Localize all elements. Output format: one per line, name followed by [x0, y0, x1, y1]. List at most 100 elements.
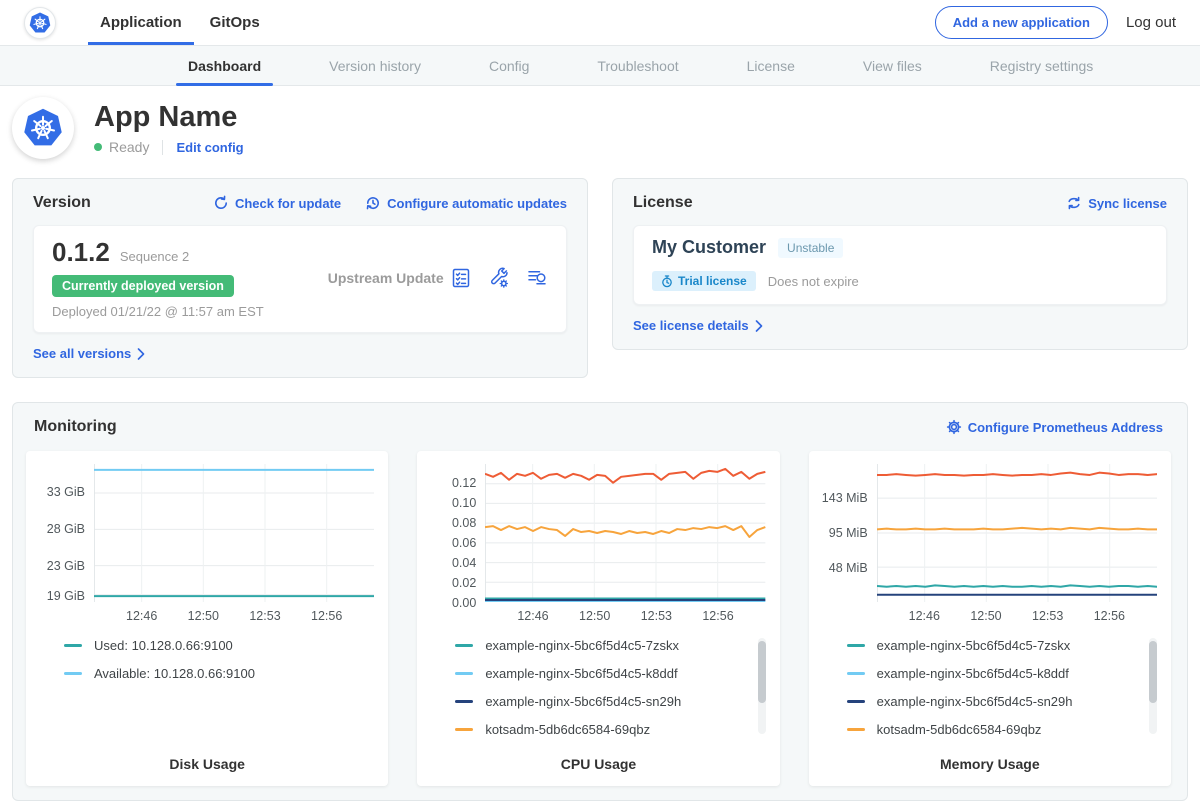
x-tick-label: 12:50	[970, 609, 1001, 623]
legend-color-dash	[847, 672, 865, 675]
x-tick-label: 12:56	[311, 609, 342, 623]
tab-troubleshoot[interactable]: Troubleshoot	[585, 46, 690, 85]
add-application-button[interactable]: Add a new application	[935, 6, 1108, 39]
y-tick-label: 0.12	[452, 476, 476, 490]
app-avatar	[12, 97, 74, 159]
series-line-kotsadm-5db6dc6584-69qbz	[877, 528, 1157, 529]
y-tick-label: 19 GiB	[47, 589, 85, 603]
x-tick-label: 12:53	[249, 609, 280, 623]
y-tick-label: 0.10	[452, 496, 476, 510]
license-details-card: My Customer Unstable Trial license Does …	[633, 225, 1167, 305]
tab-view-files[interactable]: View files	[851, 46, 934, 85]
view-logs-icon[interactable]	[526, 267, 548, 289]
chart-plot	[485, 464, 765, 602]
update-schedule-icon	[365, 195, 381, 211]
kubernetes-app-icon	[23, 108, 63, 148]
legend-scrollbar-thumb[interactable]	[758, 641, 766, 703]
chart-title: Disk Usage	[36, 750, 378, 772]
license-section-title: License	[633, 194, 693, 212]
legend-label: kotsadm-5db6dc6584-69qbz	[485, 722, 650, 737]
legend-label: example-nginx-5bc6f5d4c5-k8ddf	[877, 666, 1069, 681]
topnav-right: Add a new application Log out	[935, 6, 1176, 39]
y-tick-label: 23 GiB	[47, 559, 85, 573]
configure-automatic-updates-link[interactable]: Configure automatic updates	[365, 195, 567, 211]
series-line-unlabeled	[877, 473, 1157, 476]
legend-scrollbar-thumb[interactable]	[1149, 641, 1157, 703]
tab-config[interactable]: Config	[477, 46, 541, 85]
preflight-checklist-icon[interactable]	[450, 267, 472, 289]
see-license-details-link[interactable]: See license details	[633, 318, 763, 333]
sync-icon	[1066, 195, 1082, 211]
charts-row: 19 GiB23 GiB28 GiB33 GiB12:4612:5012:531…	[26, 451, 1171, 786]
sync-license-link[interactable]: Sync license	[1066, 195, 1167, 211]
legend-color-dash	[455, 644, 473, 647]
legend-item: example-nginx-5bc6f5d4c5-7zskx	[847, 638, 1135, 653]
chart-plot	[877, 464, 1157, 602]
series-line-example-nginx-5bc6f5d4c5-7zskx	[877, 585, 1157, 586]
y-tick-label: 28 GiB	[47, 522, 85, 536]
memory-usage-card: 48 MiB95 MiB143 MiB12:4612:5012:5312:56e…	[809, 451, 1171, 786]
current-version-card: 0.1.2 Sequence 2 Currently deployed vers…	[33, 225, 567, 333]
y-tick-label: 0.04	[452, 556, 476, 570]
top-navbar: ApplicationGitOps Add a new application …	[0, 0, 1200, 45]
chart-plot	[94, 464, 374, 602]
tab-registry-settings[interactable]: Registry settings	[978, 46, 1105, 85]
topnav-tab-application[interactable]: Application	[86, 0, 196, 45]
legend-label: example-nginx-5bc6f5d4c5-sn29h	[877, 694, 1073, 709]
legend-color-dash	[847, 728, 865, 731]
legend-item: example-nginx-5bc6f5d4c5-7zskx	[455, 638, 743, 653]
tab-version-history[interactable]: Version history	[317, 46, 433, 85]
y-tick-label: 0.00	[452, 596, 476, 610]
app-subnav: Dashboard Version history Config Troublesho…	[0, 45, 1200, 86]
see-all-versions-link[interactable]: See all versions	[33, 346, 145, 361]
legend-label: example-nginx-5bc6f5d4c5-7zskx	[485, 638, 679, 653]
topnav-tabs: ApplicationGitOps	[86, 0, 274, 45]
configure-prometheus-link[interactable]: Configure Prometheus Address	[946, 419, 1163, 435]
legend-label: kotsadm-5db6dc6584-69qbz	[877, 722, 1042, 737]
check-for-update-link[interactable]: Check for update	[213, 195, 341, 211]
logout-button[interactable]: Log out	[1126, 14, 1176, 31]
y-tick-label: 0.06	[452, 536, 476, 550]
x-tick-label: 12:46	[126, 609, 157, 623]
status-text: Ready	[109, 139, 149, 155]
edit-config-link[interactable]: Edit config	[176, 140, 243, 155]
config-wrench-icon[interactable]	[488, 267, 510, 289]
x-axis: 12:4612:5012:5312:56	[94, 602, 374, 626]
legend-color-dash	[455, 728, 473, 731]
page-title: App Name	[94, 101, 244, 134]
legend-color-dash	[455, 700, 473, 703]
disk-usage-card: 19 GiB23 GiB28 GiB33 GiB12:4612:5012:531…	[26, 451, 388, 786]
cpu-usage-card: 0.000.020.040.060.080.100.1212:4612:5012…	[417, 451, 779, 786]
legend-label: example-nginx-5bc6f5d4c5-7zskx	[877, 638, 1071, 653]
legend-label: example-nginx-5bc6f5d4c5-k8ddf	[485, 666, 677, 681]
version-number: 0.1.2	[52, 237, 110, 268]
x-tick-label: 12:56	[1094, 609, 1125, 623]
y-tick-label: 143 MiB	[822, 491, 868, 505]
sequence-label: Sequence 2	[120, 249, 189, 264]
kubernetes-logo	[24, 7, 56, 39]
channel-badge: Unstable	[778, 238, 843, 258]
y-tick-label: 95 MiB	[829, 526, 868, 540]
legend-scrollbar[interactable]	[758, 638, 766, 734]
legend-scrollbar[interactable]	[1149, 638, 1157, 734]
trial-license-badge: Trial license	[652, 271, 756, 291]
x-tick-label: 12:46	[517, 609, 548, 623]
legend-item: Available: 10.128.0.66:9100	[64, 666, 352, 681]
tab-dashboard[interactable]: Dashboard	[176, 46, 273, 85]
stopwatch-icon	[661, 275, 673, 288]
chart-title: CPU Usage	[427, 750, 769, 772]
kubernetes-logo-icon	[29, 12, 51, 34]
x-tick-label: 12:46	[909, 609, 940, 623]
legend-item: example-nginx-5bc6f5d4c5-k8ddf	[847, 666, 1135, 681]
legend-color-dash	[847, 700, 865, 703]
chevron-right-icon	[137, 348, 145, 360]
y-axis: 48 MiB95 MiB143 MiB	[819, 464, 877, 602]
legend-item: Used: 10.128.0.66:9100	[64, 638, 352, 653]
legend-label: Available: 10.128.0.66:9100	[94, 666, 255, 681]
legend-color-dash	[64, 672, 82, 675]
tab-license[interactable]: License	[735, 46, 807, 85]
legend-label: example-nginx-5bc6f5d4c5-sn29h	[485, 694, 681, 709]
legend-label: Used: 10.128.0.66:9100	[94, 638, 233, 653]
topnav-tab-gitops[interactable]: GitOps	[196, 0, 274, 45]
chevron-right-icon	[755, 320, 763, 332]
